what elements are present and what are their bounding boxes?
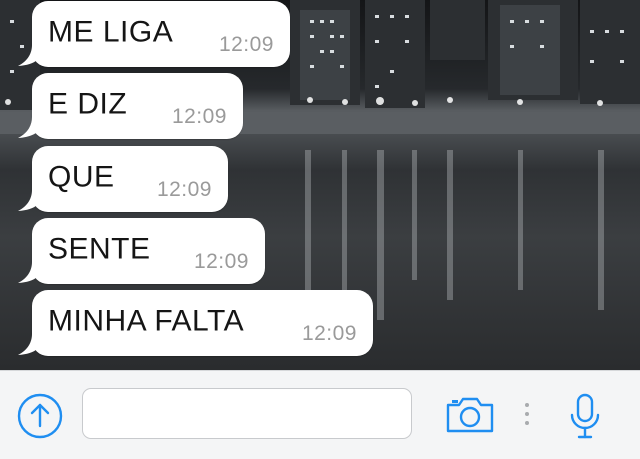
message-bubble[interactable]: SENTE 12:09 xyxy=(18,218,265,284)
message-timestamp: 12:09 xyxy=(301,322,357,345)
message-bubble[interactable]: QUE 12:09 xyxy=(18,146,228,212)
message-timestamp: 12:09 xyxy=(156,178,212,201)
message-text: ME LIGA xyxy=(48,15,174,49)
more-vertical-icon[interactable] xyxy=(520,401,534,429)
bubble-tail xyxy=(18,262,44,283)
message-input[interactable] xyxy=(82,388,412,439)
message-timestamp: 12:09 xyxy=(171,105,227,128)
bubble-tail xyxy=(18,45,44,66)
message-text: MINHA FALTA xyxy=(48,304,245,338)
input-bar xyxy=(0,370,640,459)
message-bubble[interactable]: ME LIGA 12:09 xyxy=(18,1,290,67)
message-text: SENTE xyxy=(48,232,151,266)
arrow-up-circle-icon[interactable] xyxy=(16,392,64,440)
message-text: E DIZ xyxy=(48,87,128,121)
message-text: QUE xyxy=(48,160,115,194)
bubble-tail xyxy=(18,117,44,138)
message-bubble[interactable]: MINHA FALTA 12:09 xyxy=(18,290,373,356)
bubble-tail xyxy=(18,190,44,211)
camera-icon[interactable] xyxy=(444,395,496,435)
message-bubble[interactable]: E DIZ 12:09 xyxy=(18,73,243,139)
bubble-tail xyxy=(18,334,44,355)
message-timestamp: 12:09 xyxy=(218,33,274,56)
message-timestamp: 12:09 xyxy=(193,250,249,273)
microphone-icon[interactable] xyxy=(566,391,604,441)
